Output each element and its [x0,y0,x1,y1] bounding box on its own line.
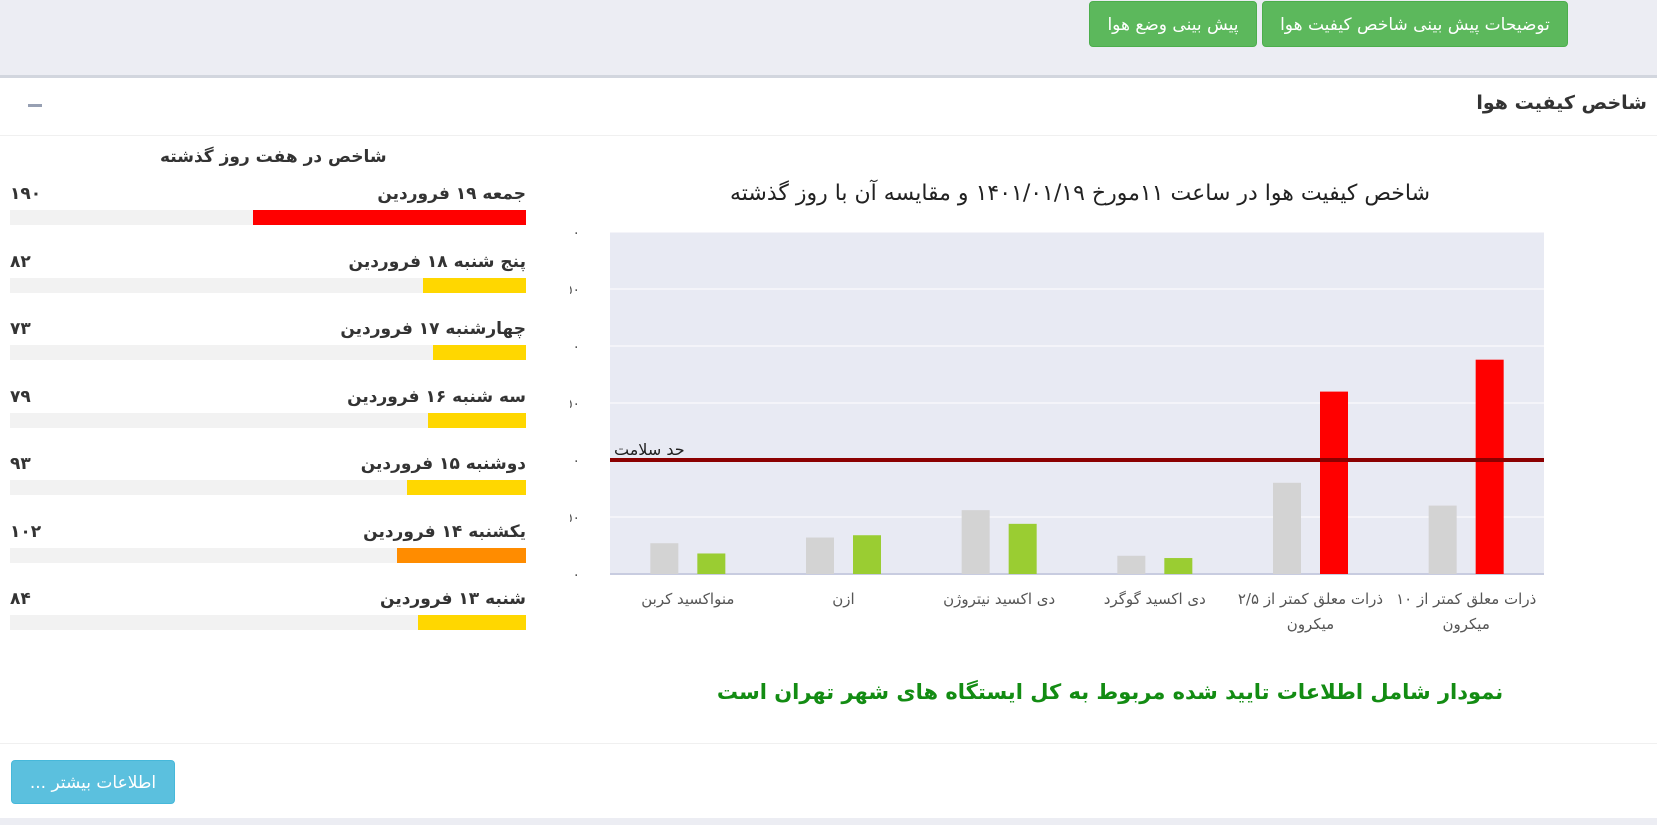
bar [1273,482,1301,574]
more-info-button[interactable]: اطلاعات بیشتر ... [11,760,175,804]
bar [853,535,881,574]
x-tick-label: دی اکسید گوگرد [1104,590,1206,608]
bar [1008,523,1037,574]
x-tick-label: ذرات معلق کمتر از ۲/۵ [1238,590,1383,608]
bar [697,553,726,574]
panel-title: شاخص کیفیت هوا [1476,92,1647,114]
day-row: پنج شنبه ۱۸ فروردین ۸۲ [10,252,526,302]
top-toolbar: توضیحات پیش بینی شاخص کیفیت هوا پیش بینی… [0,0,1657,74]
x-tick-label: میکرون [1287,615,1334,633]
day-progress-fill [427,412,526,428]
x-tick-label: منواکسید کربن [641,590,734,608]
day-label: سه شنبه ۱۶ فروردین [347,386,526,407]
day-progress-track [10,615,526,630]
panel-footer: اطلاعات بیشتر ... [0,743,1657,819]
day-label: شنبه ۱۳ فروردین [380,589,526,609]
chart-note: نمودار شامل اطلاعات تایید شده مربوط به ک… [716,680,1504,704]
aqi-panel: شاخص کیفیت هوا شاخص در هفت روز گذشته جمع… [0,75,1657,818]
day-progress-fill [407,480,526,495]
last-seven-days-title: شاخص در هفت روز گذشته [160,147,387,167]
day-value: ۸۴ [10,589,31,609]
day-progress-fill [433,345,526,360]
y-tick-label: ۰ [572,567,580,583]
day-label: جمعه ۱۹ فروردین [377,184,526,204]
bar [650,543,679,574]
day-value: ۷۹ [10,386,31,407]
collapse-minus-icon[interactable] [28,104,42,107]
day-progress-fill [397,547,526,563]
day-progress-fill [417,615,526,630]
x-tick-label: میکرون [1442,615,1489,633]
x-tick-label: ذرات معلق کمتر از ۱۰ [1396,590,1536,608]
y-tick-label: ۳۰۰ [570,225,580,241]
y-tick-label: ۱۰۰ [570,453,580,469]
x-tick-label: ازن [832,590,854,608]
weather-forecast-button[interactable]: پیش بینی وضع هوا [1089,1,1257,47]
day-row: سه شنبه ۱۶ فروردین ۷۹ [10,387,526,437]
day-progress-fill [252,210,526,225]
day-row: دوشنبه ۱۵ فروردین ۹۳ [10,454,526,504]
bar [1320,391,1348,574]
day-progress-track [10,412,526,428]
day-progress-track [10,547,526,563]
day-value: ۹۳ [10,454,31,474]
day-progress-track [10,345,526,360]
bar [1428,505,1457,574]
day-label: دوشنبه ۱۵ فروردین [360,454,526,474]
day-label: چهارشنبه ۱۷ فروردین [340,319,526,339]
aqi-forecast-info-button[interactable]: توضیحات پیش بینی شاخص کیفیت هوا [1262,1,1568,47]
y-tick-label: ۱۵۰ [570,396,580,412]
day-progress-track [10,277,526,293]
bar [1117,555,1146,574]
bar [961,510,990,574]
day-value: ۱۹۰ [10,184,42,204]
day-value: ۷۳ [10,319,31,339]
aqi-bar-chart: ۰ ۵۰ ۱۰۰ ۱۵۰ ۲۰۰ ۲۵۰ ۳۰۰ ذرات معلق کمتر از ۱۰ می… [570,225,1544,633]
bar [1164,558,1193,574]
day-row: جمعه ۱۹ فروردین ۱۹۰ [10,184,526,234]
day-progress-track [10,480,526,495]
x-tick-label: دی اکسید نیتروژن [943,590,1055,608]
day-label: یکشنبه ۱۴ فروردین [363,521,526,542]
day-value: ۸۲ [10,251,31,272]
health-threshold-label: حد سلامت [614,440,685,459]
day-row: یکشنبه ۱۴ فروردین ۱۰۲ [10,522,526,572]
bar [1475,359,1504,574]
day-value: ۱۰۲ [10,521,42,542]
y-tick-label: ۲۵۰ [570,282,580,298]
chart-title: شاخص کیفیت هوا در ساعت ۱۱مورخ ۱۴۰۱/۰۱/۱۹… [729,181,1431,206]
y-tick-label: ۵۰ [570,510,580,526]
bar [806,537,834,574]
day-row: شنبه ۱۳ فروردین ۸۴ [10,589,526,639]
y-tick-label: ۲۰۰ [570,339,580,355]
day-progress-fill [422,277,526,293]
panel-header: شاخص کیفیت هوا [0,78,1657,136]
day-row: چهارشنبه ۱۷ فروردین ۷۳ [10,319,526,369]
day-label: پنج شنبه ۱۸ فروردین [348,251,526,272]
day-progress-track [10,210,526,225]
